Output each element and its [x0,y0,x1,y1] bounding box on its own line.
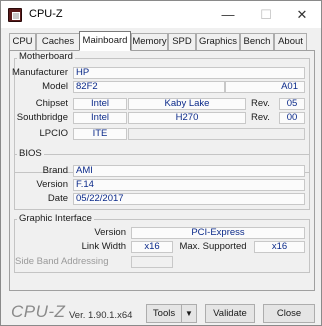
lpcio-label: LPCIO [39,128,68,139]
side-band-addressing-label: Side Band Addressing [15,256,109,267]
tab-about[interactable]: About [274,33,307,50]
gi-version-label: Version [94,227,126,238]
manufacturer-value: HP [73,67,305,79]
tab-spd[interactable]: SPD [168,33,196,50]
link-width-value: x16 [131,241,173,253]
bios-version-value: F.14 [73,179,305,191]
model-revision-value: A01 [225,81,305,93]
link-width-label: Link Width [81,241,126,252]
title-bar: CPU-Z — ☐ ✕ [1,1,321,28]
southbridge-rev-label: Rev. [251,112,270,123]
southbridge-label: Southbridge [16,112,68,123]
close-window-button[interactable]: ✕ [287,5,317,25]
southbridge-name-value: H270 [128,112,246,124]
tools-button[interactable]: Tools [146,304,182,323]
maximize-button: ☐ [260,7,272,22]
model-label: Model [42,81,68,92]
bios-group-title: BIOS [17,148,44,159]
side-band-addressing-value [131,256,173,268]
tab-cpu[interactable]: CPU [9,33,36,50]
manufacturer-label: Manufacturer [12,67,68,78]
tools-dropdown-arrow-icon[interactable]: ▼ [181,304,197,323]
cpuz-app-icon [8,8,22,22]
cpuz-brand-logo: CPU-Z [11,302,66,321]
cpuz-window: CPU-Z — ☐ ✕ CPU Caches Mainboard Memory … [0,0,322,326]
chipset-vendor-value: Intel [73,98,127,110]
minimize-button[interactable]: — [213,5,243,25]
tab-mainboard[interactable]: Mainboard [79,31,131,51]
chipset-rev-value: 05 [279,98,305,110]
max-supported-label: Max. Supported [179,241,247,252]
lpcio-name-value [128,128,305,140]
bios-brand-value: AMI [73,165,305,177]
tab-graphics[interactable]: Graphics [196,33,240,50]
version-text: Ver. 1.90.1.x64 [69,310,133,321]
tab-caches[interactable]: Caches [36,33,80,50]
gi-version-value: PCI-Express [131,227,305,239]
chipset-label: Chipset [35,98,68,109]
southbridge-vendor-value: Intel [73,112,127,124]
bios-brand-label: Brand [42,165,68,176]
max-supported-value: x16 [254,241,305,253]
bios-date-value: 05/22/2017 [73,193,305,205]
graphic-interface-group-title: Graphic Interface [17,213,94,224]
model-value: 82F2 [73,81,225,93]
bios-date-label: Date [47,193,68,204]
bios-version-label: Version [36,179,68,190]
chipset-name-value: Kaby Lake [128,98,246,110]
tab-memory[interactable]: Memory [131,33,168,50]
lpcio-vendor-value: ITE [73,128,127,140]
close-button[interactable]: Close [263,304,315,323]
southbridge-rev-value: 00 [279,112,305,124]
chipset-rev-label: Rev. [251,98,270,109]
window-title: CPU-Z [29,8,63,20]
tab-bench[interactable]: Bench [240,33,274,50]
validate-button[interactable]: Validate [205,304,255,323]
motherboard-group-title: Motherboard [17,51,75,62]
